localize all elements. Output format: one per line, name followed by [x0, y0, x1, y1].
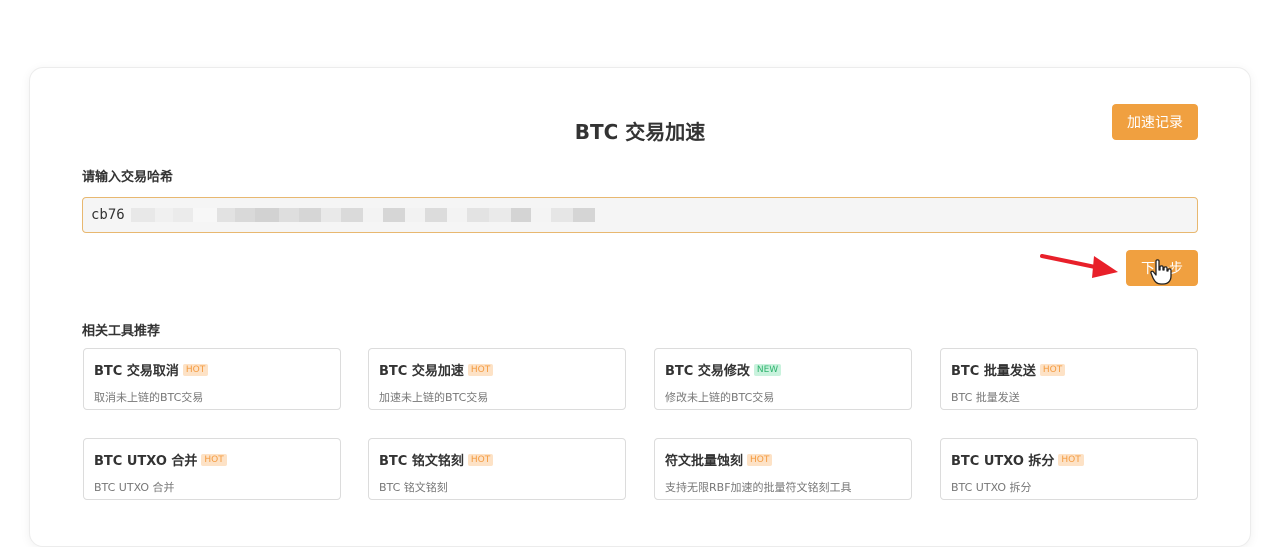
- hand-cursor-icon: [1150, 259, 1172, 285]
- tool-name: BTC UTXO 拆分: [951, 454, 1055, 469]
- tool-card-btc-accelerate[interactable]: BTC 交易加速 HOT 加速未上链的BTC交易: [368, 348, 626, 410]
- hot-badge: HOT: [201, 453, 227, 466]
- tool-name: BTC 铭文铭刻: [379, 454, 464, 469]
- tool-name: BTC UTXO 合并: [94, 454, 198, 469]
- tool-description: 支持无限RBF加速的批量符文铭刻工具: [665, 481, 852, 494]
- tool-card-rune-batch-etch[interactable]: 符文批量蚀刻 HOT 支持无限RBF加速的批量符文铭刻工具: [654, 438, 912, 500]
- tool-description: BTC UTXO 拆分: [951, 481, 1032, 494]
- tool-card-btc-utxo-split[interactable]: BTC UTXO 拆分 HOT BTC UTXO 拆分: [940, 438, 1198, 500]
- hash-label: 请输入交易哈希: [82, 170, 174, 185]
- hot-badge: HOT: [1058, 453, 1084, 466]
- related-tools-label: 相关工具推荐: [82, 324, 161, 339]
- tool-card-btc-cancel[interactable]: BTC 交易取消 HOT 取消未上链的BTC交易: [83, 348, 341, 410]
- acceleration-record-button[interactable]: 加速记录: [1112, 104, 1198, 140]
- tool-name: BTC 交易修改: [665, 364, 750, 379]
- tool-name: BTC 交易加速: [379, 364, 464, 379]
- hot-badge: HOT: [182, 363, 209, 376]
- tool-description: BTC 批量发送: [951, 391, 1020, 404]
- page-title: BTC 交易加速: [574, 120, 706, 144]
- tool-description: 修改未上链的BTC交易: [665, 391, 775, 404]
- tool-name: 符文批量蚀刻: [665, 454, 744, 469]
- redacted-hash-blur: [131, 208, 595, 222]
- tool-card-btc-utxo-merge[interactable]: BTC UTXO 合并 HOT BTC UTXO 合并: [83, 438, 341, 500]
- hash-input-wrapper[interactable]: [82, 197, 1198, 233]
- tool-name: BTC 批量发送: [951, 364, 1036, 379]
- hot-badge: HOT: [467, 453, 494, 466]
- hot-badge: HOT: [467, 363, 494, 376]
- tool-card-btc-modify[interactable]: BTC 交易修改 NEW 修改未上链的BTC交易: [654, 348, 912, 410]
- red-arrow-annotation: [1040, 254, 1118, 278]
- hot-badge: HOT: [1039, 363, 1066, 376]
- new-badge: NEW: [753, 363, 782, 376]
- tool-description: BTC UTXO 合并: [94, 481, 175, 494]
- tool-description: BTC 铭文铭刻: [379, 481, 448, 494]
- hot-badge: HOT: [747, 453, 773, 466]
- tool-card-btc-batch-send[interactable]: BTC 批量发送 HOT BTC 批量发送: [940, 348, 1198, 410]
- tool-description: 加速未上链的BTC交易: [379, 391, 489, 404]
- hash-input[interactable]: [91, 207, 131, 223]
- tool-name: BTC 交易取消: [94, 364, 179, 379]
- tool-card-btc-inscription[interactable]: BTC 铭文铭刻 HOT BTC 铭文铭刻: [368, 438, 626, 500]
- tool-description: 取消未上链的BTC交易: [94, 391, 204, 404]
